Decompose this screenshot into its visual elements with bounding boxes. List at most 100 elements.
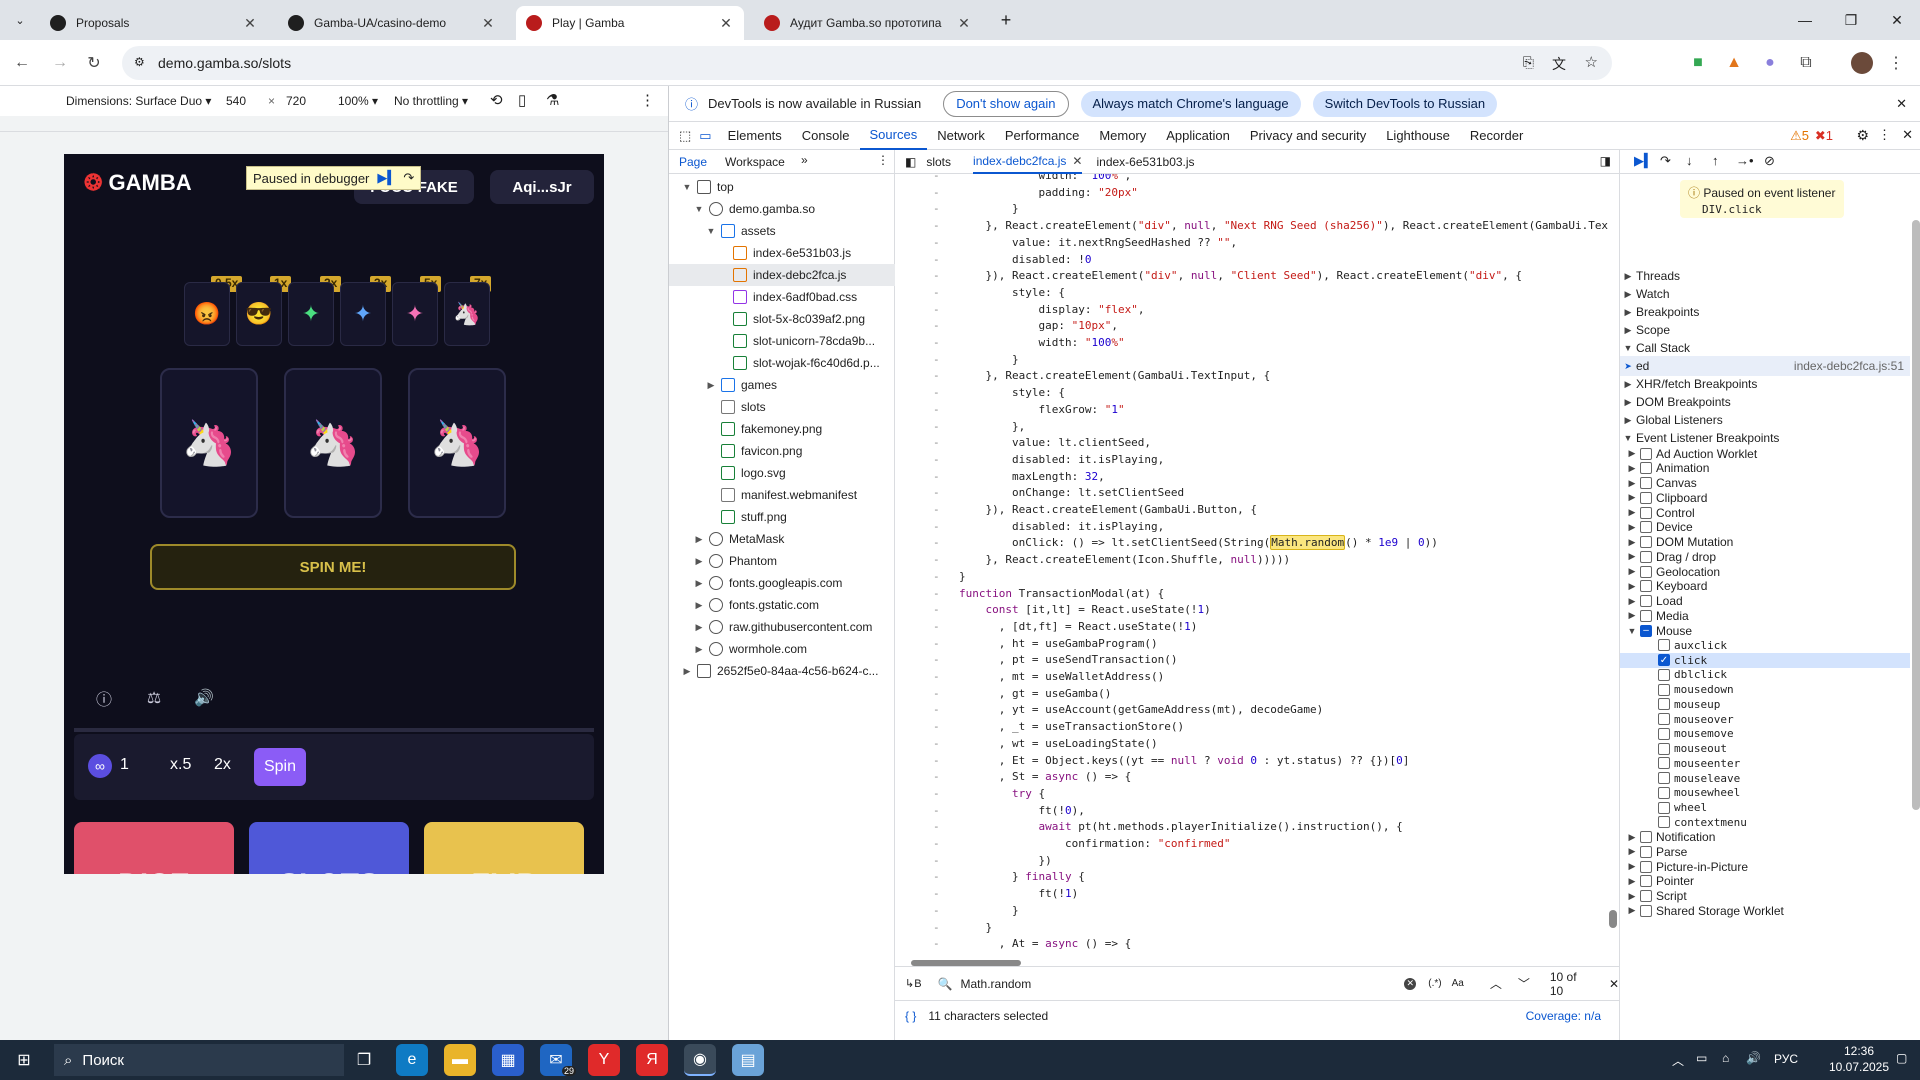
- line-gutter[interactable]: -: [933, 769, 940, 786]
- next-match-icon[interactable]: ﹀: [1518, 975, 1530, 992]
- line-gutter[interactable]: -: [933, 836, 940, 853]
- listener-event[interactable]: mouseover: [1620, 712, 1910, 727]
- tree-origin[interactable]: ▶ Phantom: [669, 550, 895, 572]
- code-line[interactable]: - value: it.nextRngSeedHashed ?? "",: [895, 235, 1619, 252]
- volume-icon[interactable]: 🔊: [192, 686, 216, 710]
- line-gutter[interactable]: -: [933, 920, 940, 937]
- start-button[interactable]: ⊞: [8, 1044, 40, 1076]
- tree-origin[interactable]: ▶ raw.githubusercontent.com: [669, 616, 895, 638]
- listener-category[interactable]: ▶ Geolocation: [1620, 564, 1910, 579]
- profile-avatar[interactable]: [1848, 49, 1876, 77]
- tree-origin[interactable]: ▼ demo.gamba.so: [669, 198, 895, 220]
- line-gutter[interactable]: -: [933, 435, 940, 452]
- device-select[interactable]: Dimensions: Surface Duo ▾: [66, 94, 211, 108]
- expanded-triangle-icon[interactable]: ▼: [705, 226, 717, 236]
- devtools-more-icon[interactable]: ⋮: [1878, 127, 1891, 143]
- tree-file[interactable]: slots: [669, 396, 895, 418]
- code-line[interactable]: - width: "100%": [895, 335, 1619, 352]
- listener-category[interactable]: ▶ Canvas: [1620, 476, 1910, 491]
- section-breakpoints[interactable]: ▶ Breakpoints: [1620, 302, 1910, 322]
- tree-file[interactable]: slot-wojak-f6c40d6d.p...: [669, 352, 895, 374]
- line-gutter[interactable]: -: [933, 619, 940, 636]
- code-line[interactable]: - , _t = useTransactionStore(): [895, 719, 1619, 736]
- collapsed-triangle-icon[interactable]: ▶: [693, 644, 705, 655]
- half-wager-button[interactable]: x.5: [170, 756, 191, 774]
- throttle-select[interactable]: No throttling ▾: [394, 94, 468, 108]
- collapsed-triangle-icon[interactable]: ▶: [693, 600, 705, 611]
- collapsed-triangle-icon[interactable]: ▶: [1624, 832, 1640, 843]
- line-gutter[interactable]: -: [933, 719, 940, 736]
- tree-folder[interactable]: ▶ games: [669, 374, 895, 396]
- step-icon[interactable]: →•: [1736, 153, 1754, 168]
- tree-file[interactable]: index-debc2fca.js: [669, 264, 895, 286]
- checkbox[interactable]: [1658, 772, 1670, 784]
- checkbox[interactable]: [1640, 565, 1652, 578]
- editor-scrollbar[interactable]: [1609, 180, 1617, 960]
- clock[interactable]: 12:36 10.07.2025: [1826, 1044, 1892, 1074]
- checkbox[interactable]: [1658, 727, 1670, 740]
- line-gutter[interactable]: -: [933, 886, 940, 903]
- checkbox[interactable]: [1640, 609, 1652, 622]
- checkbox[interactable]: [1658, 786, 1670, 799]
- tab-privacy[interactable]: Privacy and security: [1240, 122, 1376, 150]
- collapsed-triangle-icon[interactable]: ▶: [1620, 415, 1636, 426]
- frame-location[interactable]: index-debc2fca.js:51: [1794, 359, 1904, 373]
- listener-category[interactable]: ▶ Notification: [1620, 830, 1910, 845]
- height-input[interactable]: 720: [286, 94, 306, 108]
- checkbox[interactable]: [1640, 845, 1652, 858]
- collapsed-triangle-icon[interactable]: ▶: [1620, 379, 1636, 390]
- line-gutter[interactable]: -: [933, 753, 940, 770]
- checkbox[interactable]: [1640, 536, 1652, 548]
- browser-tab[interactable]: Gamba-UA/casino-demo ✕: [278, 6, 506, 40]
- collapsed-triangle-icon[interactable]: ▶: [681, 666, 693, 677]
- tree-file[interactable]: slot-unicorn-78cda9b...: [669, 330, 895, 352]
- listener-category[interactable]: ▶ Device: [1620, 520, 1910, 535]
- line-gutter[interactable]: -: [933, 569, 940, 586]
- tree-file[interactable]: favicon.png: [669, 440, 895, 462]
- listener-category[interactable]: ▶ Picture-in-Picture: [1620, 859, 1910, 874]
- wallet-chip[interactable]: Aqi...sJr: [490, 170, 594, 204]
- chrome-menu-icon[interactable]: ⋮: [1882, 49, 1910, 77]
- code-line[interactable]: - }: [895, 920, 1619, 937]
- tree-origin[interactable]: ▶ fonts.gstatic.com: [669, 594, 895, 616]
- line-gutter[interactable]: -: [933, 235, 940, 252]
- replace-toggle-icon[interactable]: ↳B: [905, 977, 922, 990]
- step-into-icon[interactable]: ↓: [1686, 153, 1693, 168]
- code-line[interactable]: - onClick: () => lt.setClientSeed(String…: [895, 535, 1619, 552]
- line-gutter[interactable]: -: [933, 936, 940, 953]
- line-gutter[interactable]: -: [933, 318, 940, 335]
- regex-toggle[interactable]: (.*): [1428, 978, 1441, 989]
- line-gutter[interactable]: -: [933, 652, 940, 669]
- line-gutter[interactable]: -: [933, 185, 940, 202]
- line-gutter[interactable]: -: [933, 819, 940, 836]
- checkbox[interactable]: –: [1640, 624, 1652, 637]
- install-icon[interactable]: ⎘: [1523, 54, 1534, 71]
- line-gutter[interactable]: -: [933, 285, 940, 302]
- close-icon[interactable]: ✕: [480, 15, 496, 32]
- code-line[interactable]: - }: [895, 201, 1619, 218]
- case-toggle[interactable]: Aa: [1452, 978, 1464, 989]
- collapsed-triangle-icon[interactable]: ▶: [1624, 492, 1640, 503]
- source-code[interactable]: - width: "100%", - padding: "20px" - } - },…: [895, 174, 1619, 966]
- tree-origin[interactable]: ▶ 2652f5e0-84aa-4c56-b624-c...: [669, 660, 895, 682]
- collapsed-triangle-icon[interactable]: ▶: [693, 534, 705, 545]
- section-event-listener-breakpoints[interactable]: ▼ Event Listener Breakpoints: [1620, 428, 1910, 448]
- double-wager-button[interactable]: 2x: [214, 756, 231, 774]
- checkbox[interactable]: [1658, 639, 1670, 652]
- tab-application[interactable]: Application: [1156, 122, 1240, 150]
- mail-icon[interactable]: ✉ 29: [540, 1044, 576, 1076]
- back-icon[interactable]: ←: [8, 49, 36, 77]
- line-gutter[interactable]: -: [933, 519, 940, 536]
- tree-file[interactable]: index-6adf0bad.css: [669, 286, 895, 308]
- line-gutter[interactable]: -: [933, 335, 940, 352]
- site-info-icon[interactable]: ⚙: [134, 55, 145, 69]
- code-line[interactable]: - , mt = useWalletAddress(): [895, 669, 1619, 686]
- line-gutter[interactable]: -: [933, 252, 940, 269]
- listener-event[interactable]: dblclick: [1620, 667, 1910, 682]
- wager-input[interactable]: 1: [120, 756, 129, 774]
- checkbox[interactable]: [1640, 477, 1652, 489]
- toggle-debugger-icon[interactable]: ◨: [1600, 154, 1611, 168]
- editor-tab-active[interactable]: index-debc2fca.js ✕: [973, 150, 1083, 174]
- code-line[interactable]: - , At = async () => {: [895, 936, 1619, 953]
- checkbox[interactable]: [1640, 831, 1652, 843]
